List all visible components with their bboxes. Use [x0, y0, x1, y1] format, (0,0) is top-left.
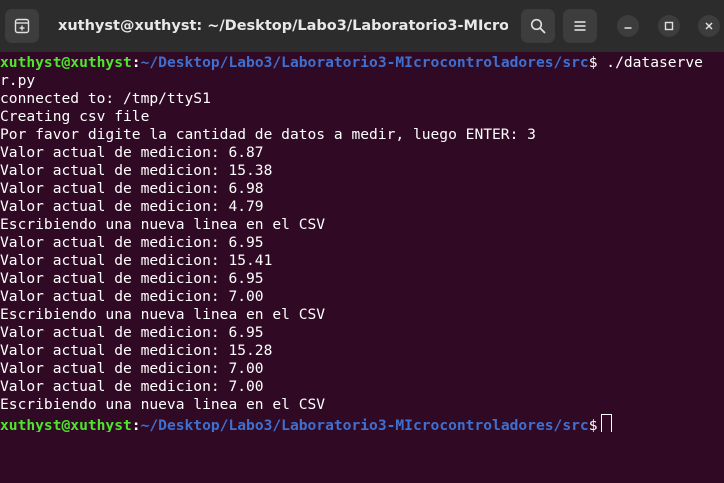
output-line: connected to: /tmp/ttyS1: [0, 90, 211, 107]
search-button[interactable]: [521, 9, 555, 43]
search-icon: [530, 18, 546, 34]
new-tab-button[interactable]: [5, 9, 39, 43]
output-line: Valor actual de medicion: 7.00: [0, 360, 264, 377]
prompt-user-host: xuthyst@xuthyst: [0, 54, 132, 71]
output-line: Valor actual de medicion: 4.79: [0, 198, 264, 215]
output-line: Valor actual de medicion: 15.28: [0, 342, 273, 359]
output-line: Valor actual de medicion: 15.38: [0, 162, 273, 179]
output-line: Valor actual de medicion: 7.00: [0, 378, 264, 395]
output-line: Valor actual de medicion: 6.95: [0, 270, 264, 287]
output-line: Valor actual de medicion: 6.95: [0, 234, 264, 251]
command-wrap-line: r.py: [0, 72, 36, 89]
new-tab-icon: [14, 18, 30, 34]
minimize-icon: [624, 27, 632, 29]
output-line: Valor actual de medicion: 6.95: [0, 324, 264, 341]
output-line: Escribiendo una nueva linea en el CSV: [0, 306, 326, 323]
menu-button[interactable]: [563, 9, 597, 43]
output-line: Por favor digite la cantidad de datos a …: [0, 126, 536, 143]
output-line: Valor actual de medicion: 6.98: [0, 180, 264, 197]
maximize-icon: [664, 21, 674, 31]
output-line: Valor actual de medicion: 15.41: [0, 252, 273, 269]
hamburger-menu-icon: [574, 21, 586, 31]
maximize-button[interactable]: [658, 15, 680, 37]
output-line: Escribiendo una nueva linea en el CSV: [0, 396, 326, 413]
terminal-window: xuthyst@xuthyst: ~/Desktop/Labo3/Laborat…: [0, 0, 724, 483]
output-line: Valor actual de medicion: 7.00: [0, 288, 264, 305]
command-text: ./dataserve: [597, 54, 703, 71]
prompt-user-host: xuthyst@xuthyst: [0, 417, 132, 432]
prompt-colon: :: [131, 54, 141, 71]
window-title: xuthyst@xuthyst: ~/Desktop/Labo3/Laborat…: [58, 18, 508, 34]
prompt-dollar: $: [588, 417, 598, 432]
text-cursor: [600, 414, 612, 432]
minimize-button[interactable]: [617, 15, 639, 37]
prompt-line-current[interactable]: xuthyst@xuthyst:~/Desktop/Labo3/Laborato…: [0, 414, 724, 432]
output-line: Valor actual de medicion: 6.87: [0, 144, 264, 161]
output-line: Escribiendo una nueva linea en el CSV: [0, 216, 326, 233]
terminal-output[interactable]: xuthyst@xuthyst:~/Desktop/Labo3/Laborato…: [0, 54, 724, 483]
prompt-colon: :: [131, 417, 141, 432]
title-bar[interactable]: xuthyst@xuthyst: ~/Desktop/Labo3/Laborat…: [0, 0, 724, 52]
output-line: Creating csv file: [0, 108, 150, 125]
close-icon: [705, 22, 713, 30]
prompt-path: ~/Desktop/Labo3/Laboratorio3-MIcrocontro…: [140, 54, 589, 71]
prompt-path: ~/Desktop/Labo3/Laboratorio3-MIcrocontro…: [140, 417, 589, 432]
prompt-dollar: $: [588, 54, 598, 71]
close-button[interactable]: [698, 15, 720, 37]
prompt-line: xuthyst@xuthyst:~/Desktop/Labo3/Laborato…: [0, 54, 724, 72]
